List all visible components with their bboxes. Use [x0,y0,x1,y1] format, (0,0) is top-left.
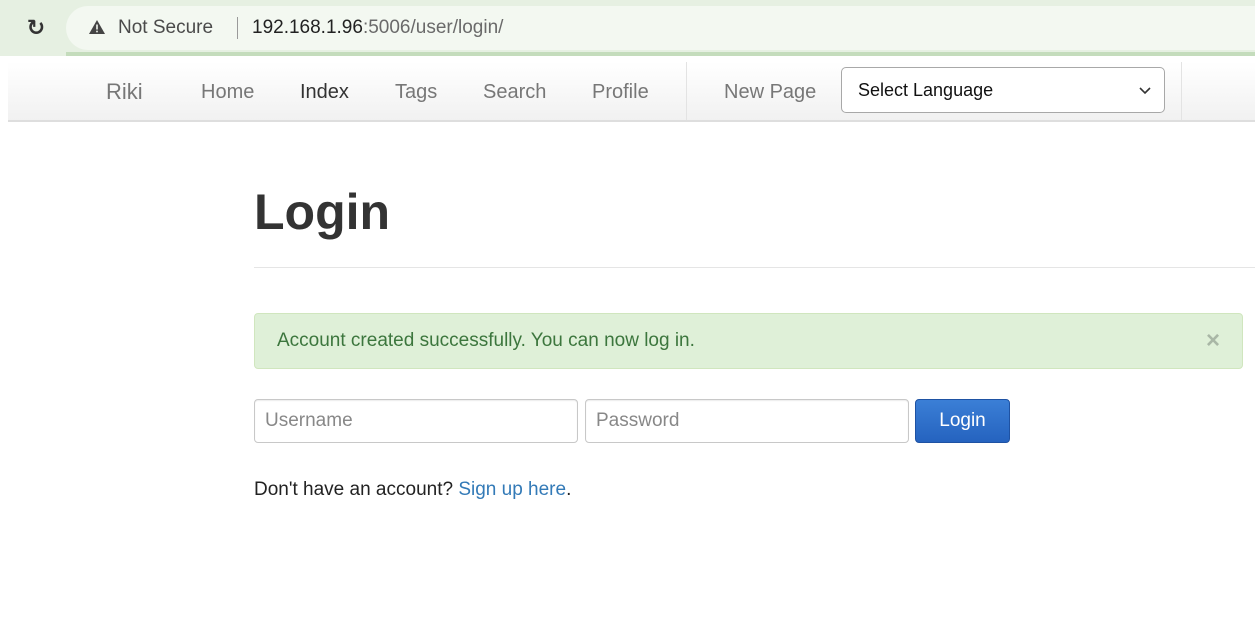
nav-divider [1181,62,1182,120]
signup-prompt-period: . [566,479,572,500]
title-divider [254,267,1255,268]
address-bar[interactable] [66,6,1255,50]
nav-link-index[interactable]: Index [300,80,349,104]
login-button[interactable]: Login [915,399,1010,443]
nav-link-tags[interactable]: Tags [395,80,437,104]
alert-message: Account created successfully. You can no… [277,330,695,351]
username-input[interactable] [254,399,578,443]
language-select-value: Select Language [858,80,994,100]
password-input[interactable] [585,399,909,443]
nav-divider [686,62,687,120]
close-icon[interactable]: × [1206,327,1220,355]
browser-toolbar: ↻ Not Secure 192.168.1.96:5006/user/logi… [0,0,1255,56]
toolbar-divider [66,52,1255,56]
reload-icon[interactable]: ↻ [22,14,50,42]
signup-prompt-text: Don't have an account? [254,479,459,500]
language-select[interactable]: Select Language [841,67,1165,113]
site-navbar: Riki Home Index Tags Search Profile New … [8,62,1255,122]
signup-prompt: Don't have an account? Sign up here. [254,479,571,501]
url-path: :5006/user/login/ [362,17,504,38]
warning-triangle-icon [89,20,105,34]
security-status-label: Not Secure [118,17,214,38]
chevron-down-icon [1139,87,1151,95]
nav-link-home[interactable]: Home [201,80,254,104]
nav-link-profile[interactable]: Profile [592,80,649,104]
url-text[interactable]: 192.168.1.96:5006/user/login/ [252,17,503,39]
address-bar-divider [237,17,238,39]
signup-link[interactable]: Sign up here [458,479,566,500]
success-alert: Account created successfully. You can no… [254,313,1243,369]
nav-link-search[interactable]: Search [483,80,546,104]
url-host: 192.168.1.96 [252,17,363,38]
nav-link-new-page[interactable]: New Page [724,80,816,104]
page-title: Login [254,184,391,240]
brand-logo-link[interactable]: Riki [106,80,143,104]
